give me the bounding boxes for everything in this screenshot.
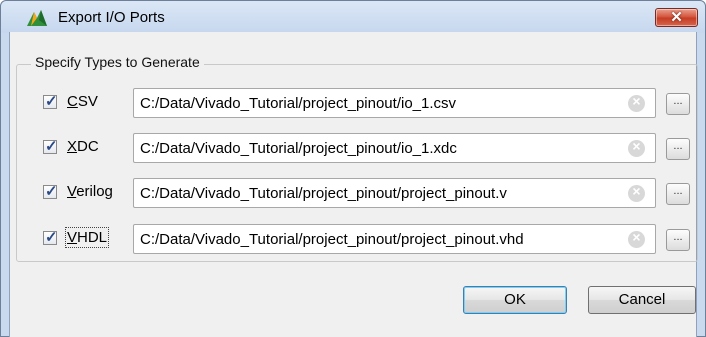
verilog-row: ✓ Verilog C:/Data/Vivado_Tutorial/projec…	[0, 176, 706, 210]
vhdl-checkbox-label[interactable]: VHDL	[64, 227, 110, 248]
csv-browse-button[interactable]: ...	[666, 93, 690, 115]
xdc-row: ✓ XDC C:/Data/Vivado_Tutorial/project_pi…	[0, 131, 706, 165]
verilog-checkbox[interactable]: ✓	[43, 183, 58, 200]
vhdl-browse-button[interactable]: ...	[666, 229, 690, 251]
ok-button[interactable]: OK	[463, 286, 567, 314]
close-icon: ✕	[670, 9, 683, 26]
clear-icon[interactable]: ×	[628, 229, 645, 248]
title-bar[interactable]: Export I/O Ports ✕	[1, 1, 705, 33]
window-title: Export I/O Ports	[58, 9, 165, 26]
clear-icon[interactable]: ×	[628, 93, 645, 112]
check-mark-icon: ✓	[45, 138, 58, 155]
vhdl-checkbox[interactable]: ✓	[43, 229, 58, 246]
check-mark-icon: ✓	[45, 93, 58, 110]
xdc-browse-button[interactable]: ...	[666, 138, 690, 160]
cancel-button[interactable]: Cancel	[588, 286, 696, 314]
verilog-path-value: C:/Data/Vivado_Tutorial/project_pinout/p…	[140, 185, 507, 202]
verilog-browse-button[interactable]: ...	[666, 183, 690, 205]
xdc-checkbox[interactable]: ✓	[43, 138, 58, 155]
vivado-logo-icon	[27, 10, 47, 26]
verilog-checkbox-label[interactable]: Verilog	[67, 183, 113, 200]
csv-path-field[interactable]: C:/Data/Vivado_Tutorial/project_pinout/i…	[133, 88, 656, 118]
csv-path-value: C:/Data/Vivado_Tutorial/project_pinout/i…	[140, 95, 457, 112]
verilog-path-field[interactable]: C:/Data/Vivado_Tutorial/project_pinout/p…	[133, 178, 656, 208]
vhdl-path-field[interactable]: C:/Data/Vivado_Tutorial/project_pinout/p…	[133, 224, 656, 254]
csv-checkbox-label[interactable]: CSV	[67, 93, 98, 110]
xdc-checkbox-label[interactable]: XDC	[67, 138, 99, 155]
vhdl-row: ✓ VHDL C:/Data/Vivado_Tutorial/project_p…	[0, 222, 706, 256]
xdc-path-field[interactable]: C:/Data/Vivado_Tutorial/project_pinout/i…	[133, 133, 656, 163]
check-mark-icon: ✓	[45, 229, 58, 246]
xdc-path-value: C:/Data/Vivado_Tutorial/project_pinout/i…	[140, 140, 457, 157]
clear-icon[interactable]: ×	[628, 183, 645, 202]
csv-row: ✓ CSV C:/Data/Vivado_Tutorial/project_pi…	[0, 86, 706, 120]
close-button[interactable]: ✕	[655, 8, 698, 27]
vhdl-path-value: C:/Data/Vivado_Tutorial/project_pinout/p…	[140, 231, 524, 248]
check-mark-icon: ✓	[45, 183, 58, 200]
group-legend: Specify Types to Generate	[31, 54, 204, 70]
csv-checkbox[interactable]: ✓	[43, 93, 58, 110]
clear-icon[interactable]: ×	[628, 138, 645, 157]
